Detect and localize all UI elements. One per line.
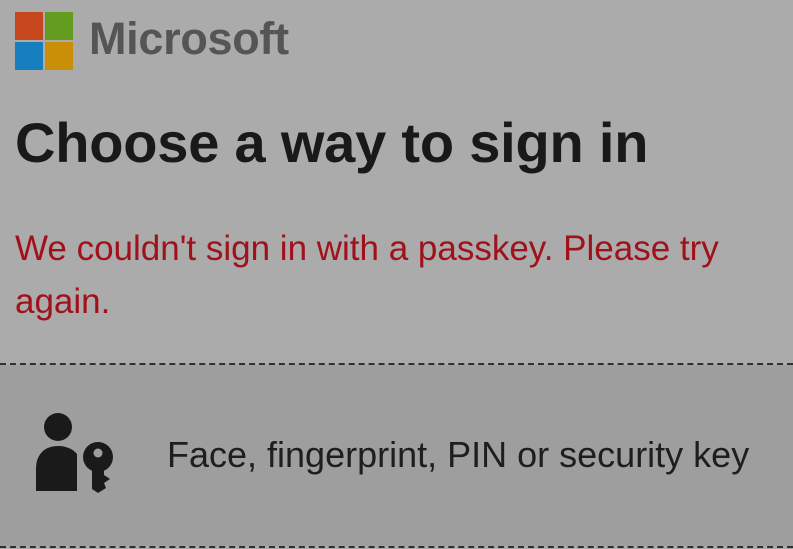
microsoft-brand: Microsoft	[15, 12, 289, 70]
logo-square-blue	[15, 42, 43, 70]
logo-square-red	[15, 12, 43, 40]
divider-bottom	[0, 546, 793, 548]
option-label: Face, fingerprint, PIN or security key	[167, 434, 750, 475]
option-passkey[interactable]: Face, fingerprint, PIN or security key	[0, 365, 793, 546]
user-key-icon	[36, 413, 113, 493]
error-message: We couldn't sign in with a passkey. Plea…	[15, 229, 719, 321]
logo-square-yellow	[45, 42, 73, 70]
sign-in-page: Microsoft Choose a way to sign in We cou…	[0, 0, 793, 549]
microsoft-logo-icon	[15, 12, 73, 70]
logo-square-green	[45, 12, 73, 40]
brand-name: Microsoft	[89, 12, 289, 64]
page-title: Choose a way to sign in	[15, 111, 649, 174]
